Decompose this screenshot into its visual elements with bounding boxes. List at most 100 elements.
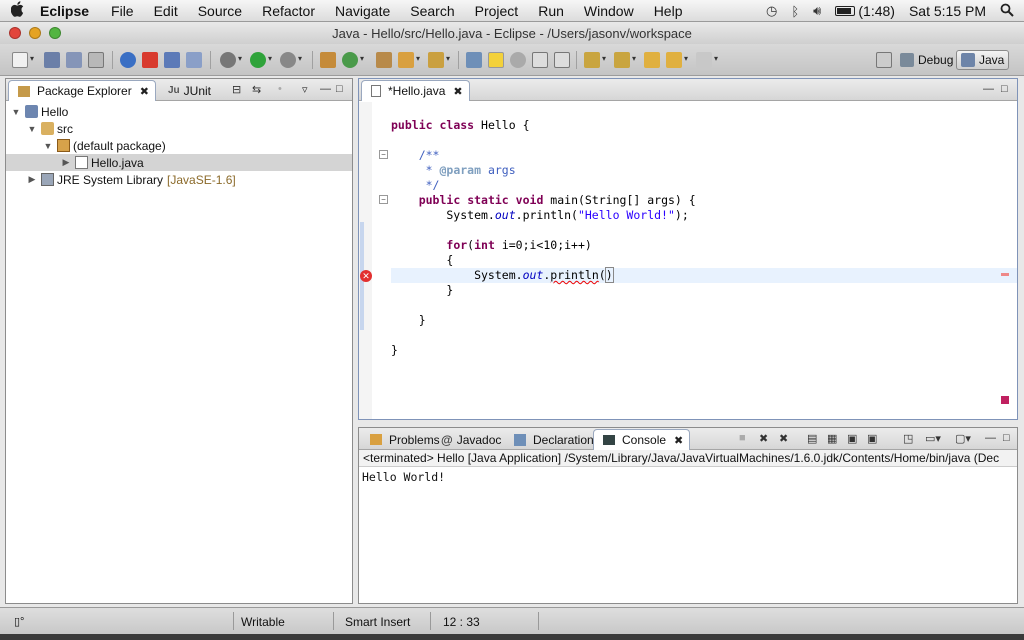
external-tools-dropdown-icon[interactable]: ▾ xyxy=(298,54,302,63)
back-dropdown-icon[interactable]: ▾ xyxy=(684,54,688,63)
overview-error-marker[interactable] xyxy=(1001,273,1009,276)
menu-run[interactable]: Run xyxy=(528,3,574,19)
new-dropdown-icon[interactable]: ▾ xyxy=(30,54,34,63)
toggle-mark-occurrences-icon[interactable] xyxy=(466,52,482,68)
perspective-java-button[interactable]: Java xyxy=(956,50,1010,70)
forward-dropdown-icon[interactable]: ▾ xyxy=(714,54,718,63)
scroll-lock-icon[interactable]: ▦ xyxy=(827,432,837,445)
new-class-dropdown-icon[interactable]: ▾ xyxy=(360,54,364,63)
display-console-icon[interactable]: ▭▾ xyxy=(925,432,941,445)
tab-hello-java[interactable]: *Hello.java ✖ xyxy=(361,80,470,101)
menubar-clock[interactable]: Sat 5:15 PM xyxy=(909,3,986,19)
fast-view-icon[interactable]: ▯° xyxy=(14,615,24,628)
close-icon[interactable]: ✖ xyxy=(453,85,462,98)
collapse-icon[interactable]: ▶ xyxy=(26,174,38,185)
tab-declaration[interactable]: Declaration xyxy=(505,429,600,450)
collapse-all-icon[interactable]: ⊟ xyxy=(232,83,241,96)
console-output[interactable]: Hello World! xyxy=(362,470,445,484)
tree-item-default-package[interactable]: ▼ (default package) xyxy=(6,137,352,154)
tree-item-hello-java[interactable]: ▶ Hello.java xyxy=(6,154,352,171)
tab-junit[interactable]: Ju JUnit xyxy=(162,80,217,101)
new-icon[interactable] xyxy=(12,52,28,68)
zoom-window-button[interactable] xyxy=(49,27,61,39)
close-window-button[interactable] xyxy=(9,27,21,39)
minimize-editor-icon[interactable]: — xyxy=(983,83,994,95)
next-annotation-icon[interactable] xyxy=(428,52,444,68)
maximize-view-icon[interactable]: □ xyxy=(336,83,343,95)
code-editor[interactable]: ✕ − − public class Hello { /** * @param … xyxy=(359,102,1017,419)
save-all-icon[interactable] xyxy=(66,52,82,68)
pin-console-icon[interactable]: ◳ xyxy=(903,432,913,445)
tab-problems[interactable]: Problems xyxy=(361,429,446,450)
junit-icon[interactable] xyxy=(142,52,158,68)
search-dropdown-icon[interactable]: ▾ xyxy=(416,54,420,63)
expand-icon[interactable]: ▼ xyxy=(42,141,54,151)
menu-window[interactable]: Window xyxy=(574,3,644,19)
close-icon[interactable]: ✖ xyxy=(140,85,149,98)
error-marker-icon[interactable]: ✕ xyxy=(360,270,372,282)
prev-edit-dropdown-icon[interactable]: ▾ xyxy=(632,54,636,63)
menu-search[interactable]: Search xyxy=(400,3,464,19)
bluetooth-icon[interactable]: ᛒ xyxy=(791,4,799,19)
menu-navigate[interactable]: Navigate xyxy=(325,3,400,19)
menu-project[interactable]: Project xyxy=(465,3,529,19)
menu-file[interactable]: File xyxy=(101,3,144,19)
run-icon[interactable] xyxy=(250,52,266,68)
open-type-icon[interactable] xyxy=(164,52,180,68)
last-edit-location-icon[interactable] xyxy=(644,52,660,68)
open-type-hierarchy-icon[interactable] xyxy=(376,52,392,68)
tab-console[interactable]: Console ✖ xyxy=(593,429,691,450)
show-stderr-icon[interactable]: ▣ xyxy=(867,432,877,445)
open-console-icon[interactable]: ▢▾ xyxy=(955,432,971,445)
time-machine-icon[interactable]: ◷ xyxy=(766,3,777,19)
expand-icon[interactable]: ▼ xyxy=(26,124,38,134)
search-icon[interactable] xyxy=(398,52,414,68)
apple-menu-icon[interactable] xyxy=(0,0,36,21)
fold-method-icon[interactable]: − xyxy=(379,195,388,204)
remove-launch-icon[interactable]: ✖ xyxy=(759,432,768,445)
collapse-icon[interactable]: ▶ xyxy=(60,157,72,168)
app-menu[interactable]: Eclipse xyxy=(36,3,101,19)
tree-item-src[interactable]: ▼ src xyxy=(6,120,352,137)
tab-package-explorer[interactable]: Package Explorer ✖ xyxy=(8,80,156,101)
prev-edit-icon[interactable] xyxy=(614,52,630,68)
fold-comment-icon[interactable]: − xyxy=(379,150,388,159)
globe-icon[interactable] xyxy=(120,52,136,68)
toggle-breadcrumb-icon[interactable] xyxy=(510,52,526,68)
external-tools-icon[interactable] xyxy=(280,52,296,68)
tree-item-jre-library[interactable]: ▶ JRE System Library [JavaSE-1.6] xyxy=(6,171,352,188)
spotlight-icon[interactable] xyxy=(1000,3,1014,20)
debug-icon[interactable] xyxy=(220,52,236,68)
run-dropdown-icon[interactable]: ▾ xyxy=(268,54,272,63)
toggle-highlight-icon[interactable] xyxy=(488,52,504,68)
minimize-window-button[interactable] xyxy=(29,27,41,39)
maximize-editor-icon[interactable]: □ xyxy=(1001,83,1008,95)
volume-icon[interactable]: 🔊︎ xyxy=(813,3,821,19)
print-icon[interactable] xyxy=(88,52,104,68)
link-with-editor-icon[interactable]: ⇆ xyxy=(252,83,261,96)
clear-console-icon[interactable]: ▤ xyxy=(807,432,817,445)
menu-edit[interactable]: Edit xyxy=(144,3,188,19)
maximize-console-icon[interactable]: □ xyxy=(1003,432,1010,444)
paragraph-icon[interactable] xyxy=(554,52,570,68)
annotation-dropdown-icon[interactable]: ▾ xyxy=(446,54,450,63)
tab-javadoc[interactable]: @ Javadoc xyxy=(435,429,507,450)
perspective-debug-button[interactable]: Debug xyxy=(896,50,957,70)
battery-status[interactable]: (1:48) xyxy=(835,3,895,19)
tree-item-project[interactable]: ▼ Hello xyxy=(6,103,352,120)
menu-refactor[interactable]: Refactor xyxy=(252,3,325,19)
view-menu-icon[interactable]: ▿ xyxy=(302,83,308,96)
forward-icon[interactable] xyxy=(696,52,712,68)
next-edit-icon[interactable] xyxy=(584,52,600,68)
next-edit-dropdown-icon[interactable]: ▾ xyxy=(602,54,606,63)
open-perspective-icon[interactable] xyxy=(876,52,892,68)
overview-error-summary-icon[interactable] xyxy=(1001,396,1009,404)
close-icon[interactable]: ✖ xyxy=(674,434,683,447)
show-stdout-icon[interactable]: ▣ xyxy=(847,432,857,445)
open-task-icon[interactable] xyxy=(186,52,202,68)
menu-help[interactable]: Help xyxy=(644,3,693,19)
menu-source[interactable]: Source xyxy=(188,3,252,19)
expand-icon[interactable]: ▼ xyxy=(10,107,22,117)
save-icon[interactable] xyxy=(44,52,60,68)
minimize-view-icon[interactable]: — xyxy=(320,83,331,95)
